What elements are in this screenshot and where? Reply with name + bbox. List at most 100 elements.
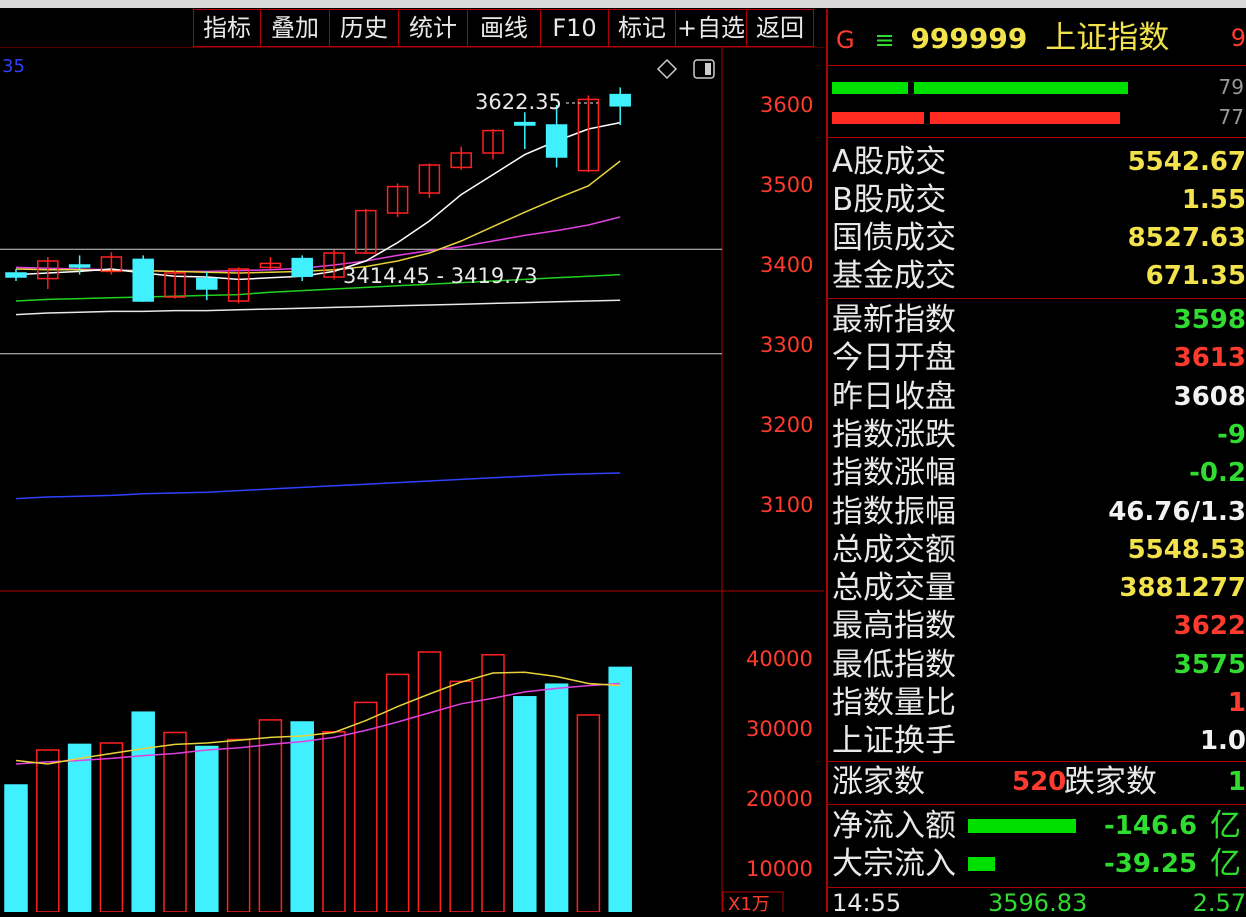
row-label: B股成交 — [832, 182, 947, 218]
tick-time: 14:55 — [832, 889, 902, 917]
row-value: 3598 — [1173, 305, 1246, 335]
row-label: A股成交 — [832, 144, 947, 180]
ma5-line — [15, 121, 621, 281]
row-value: 1.0 — [1199, 726, 1246, 757]
index-stat-row: 指数振幅 46.76/1.3 — [828, 493, 1246, 531]
quote-header: G ≡ 999999 上证指数 9 — [828, 13, 1246, 63]
history-button[interactable]: 历史 — [329, 9, 398, 47]
mark-button[interactable]: 标记 — [608, 9, 675, 47]
row-label: 最低指数 — [832, 646, 956, 683]
volume-bar — [290, 721, 314, 912]
candle-body — [545, 124, 568, 158]
market-prefix: G — [836, 26, 855, 54]
row-label: 昨日收盘 — [832, 378, 956, 415]
row-label: 指数涨跌 — [832, 416, 956, 453]
divider — [828, 887, 1246, 888]
volume-bar — [67, 743, 92, 912]
sell-bar-left — [832, 112, 924, 124]
divider — [828, 804, 1246, 805]
block-inflow-label: 大宗流入 — [832, 846, 956, 882]
draw-line-button[interactable]: 画线 — [467, 9, 540, 47]
turnover-row: A股成交 5542.67 — [828, 143, 1246, 181]
row-value: 1.55 — [1181, 185, 1246, 215]
volume-unit-label: X1万 — [728, 894, 770, 912]
ma10-line — [15, 160, 621, 274]
sell-bar-value: 77 — [1218, 105, 1244, 129]
back-button[interactable]: 返回 — [746, 9, 814, 47]
add-watchlist-button[interactable]: +自选 — [675, 9, 746, 47]
row-value: 3575 — [1173, 649, 1246, 680]
net-inflow-unit: 亿 — [1210, 808, 1241, 844]
row-label: 指数振幅 — [832, 493, 956, 530]
stock-name: 上证指数 — [1045, 20, 1170, 56]
divider — [828, 137, 1246, 138]
overlay-button[interactable]: 叠加 — [260, 9, 329, 47]
advance-count: 520 — [1012, 767, 1067, 797]
panel-toggle-icon[interactable] — [693, 59, 715, 79]
row-value: 46.76/1.3 — [1108, 496, 1246, 527]
price-tick-label: 3500 — [760, 173, 813, 197]
diamond-icon[interactable] — [656, 58, 678, 80]
corner-label: 35 — [2, 56, 25, 77]
row-value: -9 — [1217, 419, 1246, 450]
divider — [828, 65, 1246, 66]
turnover-row: B股成交 1.55 — [828, 181, 1246, 219]
statistics-button[interactable]: 统计 — [398, 9, 467, 47]
volume-tick-label: 20000 — [746, 787, 813, 811]
quote-panel: G ≡ 999999 上证指数 9 79 77 A股成交 5542.67 B股成交 1… — [826, 9, 1246, 917]
volume-bar — [195, 745, 219, 912]
kline-chart[interactable]: 35 3600 3500 3400 3300 3200 3100 40000 30000 20… — [0, 47, 824, 912]
volume-bar — [576, 714, 601, 912]
volume-bar — [481, 654, 505, 912]
sell-bar-right — [930, 112, 1120, 124]
index-stat-row: 最新指数 3598 — [828, 301, 1246, 339]
index-stat-row: 指数量比 1 — [828, 684, 1246, 722]
volume-bar — [608, 666, 632, 912]
price-tick-label: 3100 — [760, 493, 813, 517]
range-label: 3414.45 - 3419.73 — [343, 264, 538, 288]
buy-bar-value: 79 — [1218, 75, 1244, 99]
block-inflow-value: -39.25 — [1104, 849, 1198, 879]
menu-icon[interactable]: ≡ — [874, 26, 894, 54]
ma250-line — [15, 472, 621, 500]
volume-bar — [36, 749, 60, 912]
volume-tick-label: 40000 — [746, 647, 813, 671]
volume-bar — [99, 742, 124, 912]
net-inflow-row: 净流入额 -146.6 亿 — [828, 807, 1246, 845]
header-cut-text: 9 — [1230, 24, 1246, 52]
row-label: 指数涨幅 — [832, 455, 956, 492]
volume-bar — [544, 683, 569, 912]
volume-axis: 40000 30000 20000 10000 — [746, 647, 813, 881]
volume-bar — [449, 680, 473, 912]
row-value: 3613 — [1173, 343, 1246, 374]
f10-button[interactable]: F10 — [540, 9, 608, 47]
net-inflow-bar — [968, 819, 1076, 833]
row-label: 最新指数 — [832, 302, 956, 338]
high-price-label: 3622.35 — [475, 90, 562, 114]
candle-body — [196, 277, 218, 290]
turnover-row: 国债成交 8527.63 — [828, 219, 1246, 257]
index-stat-row: 昨日收盘 3608 — [828, 378, 1246, 416]
decline-label: 跌家数 — [1064, 764, 1157, 800]
candle-body — [5, 272, 27, 278]
window-top-strip — [0, 0, 1246, 8]
index-stat-row: 总成交量 3881277 — [828, 569, 1246, 607]
volume-tick-label: 10000 — [746, 857, 813, 881]
index-stat-row: 指数涨跌 -9 — [828, 416, 1246, 454]
row-label: 今日开盘 — [832, 340, 956, 377]
row-label: 总成交额 — [832, 531, 956, 568]
block-inflow-bar — [968, 857, 995, 871]
candle-body — [609, 93, 631, 107]
volume-tick-label: 30000 — [746, 717, 813, 741]
chart-toolbar: 指标 叠加 历史 统计 画线 F10 标记 +自选 返回 — [193, 9, 814, 47]
row-label: 总成交量 — [832, 570, 956, 607]
price-tick-label: 3600 — [760, 93, 813, 117]
row-value: 3608 — [1173, 381, 1246, 412]
row-label: 最高指数 — [832, 608, 956, 645]
divider — [828, 761, 1246, 762]
row-label: 国债成交 — [832, 220, 956, 256]
volume-bar — [513, 696, 537, 912]
indicator-button[interactable]: 指标 — [193, 9, 260, 47]
block-inflow-unit: 亿 — [1210, 846, 1241, 882]
row-value: 5542.67 — [1127, 147, 1246, 177]
